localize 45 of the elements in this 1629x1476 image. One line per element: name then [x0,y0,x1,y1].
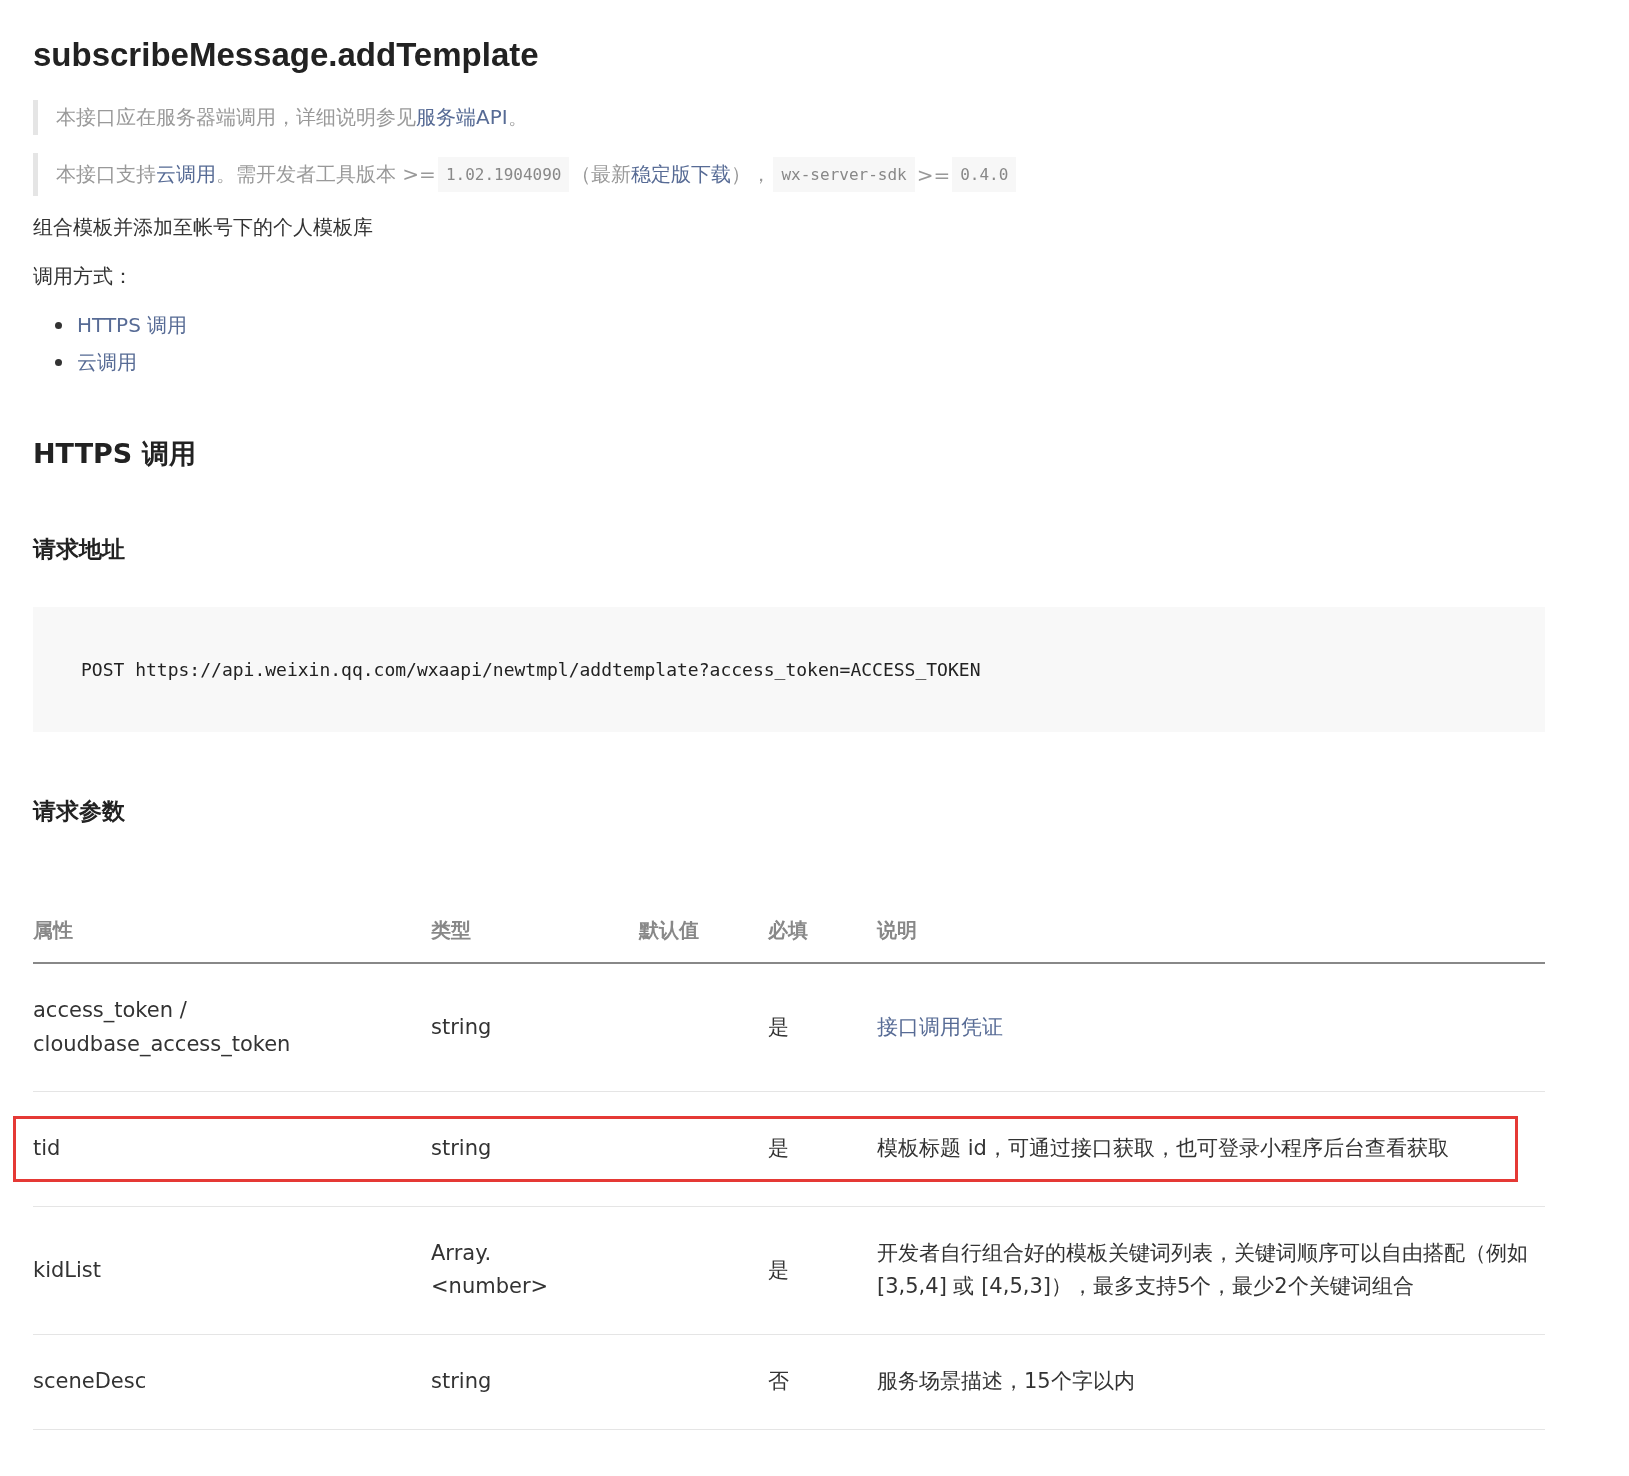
call-link[interactable]: HTTPS 调用 [77,312,188,339]
description-link[interactable]: 接口调用凭证 [877,1010,1545,1045]
table-cell-text: string [431,1135,493,1163]
table-cell-text: 是 [768,1013,790,1041]
table-cell-text: 服务场景描述，15个字以内 [877,1367,1136,1395]
inline-code: 1.02.1904090 [437,157,570,192]
inline-code: 0.4.0 [952,157,1017,192]
bullet-icon [55,359,62,366]
table-cell-text: 模板标题 id，可通过接口获取，也可登录小程序后台查看获取 [877,1135,1450,1163]
note-text: 本接口支持 [56,161,156,188]
table-cell-text: 是 [768,1135,790,1163]
note-text: 。需开发者工具版本 >= [216,161,436,188]
note-text: 。 [507,104,528,131]
section-heading: HTTPS 调用 [33,437,197,471]
column-header: 默认值 [639,917,700,944]
table-cell-text: kidList [33,1256,103,1284]
note-link[interactable]: 服务端API [416,104,508,131]
subsection-heading: 请求地址 [33,535,126,564]
page-title: subscribeMessage.addTemplate [33,36,540,74]
column-header: 类型 [431,917,472,944]
table-cell-text: tid [33,1135,62,1163]
note-text: >= [916,162,951,187]
subsection-heading: 请求参数 [33,797,126,826]
table-cell-text: Array. <number> [431,1239,550,1301]
column-header: 说明 [877,917,918,944]
table-cell-text: string [431,1367,493,1395]
note-text: ）， [731,161,772,188]
table-cell-text: access_token / cloudbase_access_token [33,997,292,1059]
inline-code: wx-server-sdk [773,157,915,192]
note-text: 本接口应在服务器端调用，详细说明参见 [56,104,416,131]
bullet-icon [55,322,62,329]
table-cell-text: string [431,1013,493,1041]
description-text: 组合模板并添加至帐号下的个人模板库 [33,214,374,241]
note-link[interactable]: 云调用 [156,161,216,188]
column-header: 必填 [768,917,809,944]
table-cell-text: 是 [768,1256,790,1284]
call-link[interactable]: 云调用 [77,349,137,376]
table-cell-text: sceneDesc [33,1367,148,1395]
call-label: 调用方式： [33,263,134,290]
column-header: 属性 [33,917,74,944]
table-cell-text: 否 [768,1367,790,1395]
note-link[interactable]: 稳定版下载 [631,161,732,188]
note-text: （最新 [571,161,632,188]
code-block: POST https://api.weixin.qq.com/wxaapi/newtmpl/addtemplate?access_token=ACCESS_TOKEN [33,607,1545,732]
table-cell-text: 开发者自行组合好的模板关键词列表，关键词顺序可以自由搭配（例如 [3,5,4] 或 [4,5,3]），最多支持5个，最少2个关键词组合 [877,1239,1529,1301]
